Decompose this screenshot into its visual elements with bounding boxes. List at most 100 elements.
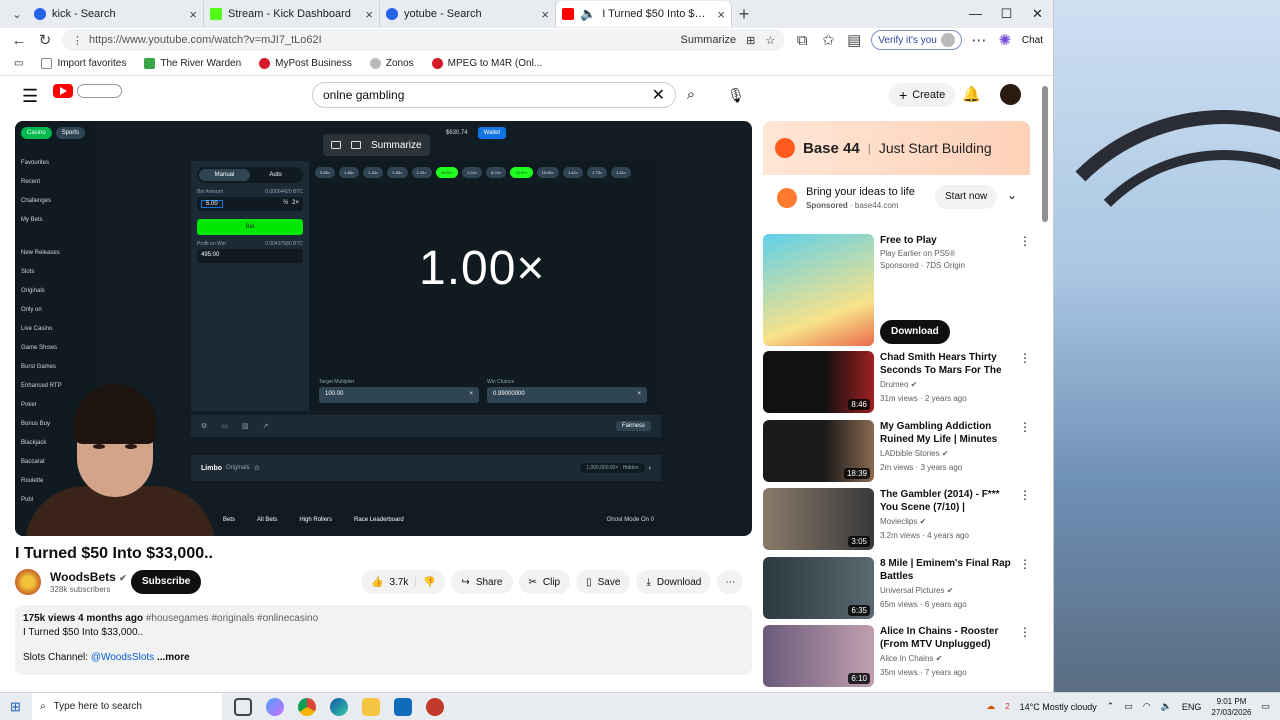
recommendation-title[interactable]: 8 Mile | Eminem's Final Rap Battles <box>880 557 1018 583</box>
search-icon[interactable]: ⌕ <box>678 82 704 108</box>
more-options-icon[interactable]: ⋮ <box>1019 488 1031 502</box>
create-button[interactable]: + Create <box>889 83 956 107</box>
close-tab-icon[interactable]: × <box>365 7 373 22</box>
video-thumbnail[interactable]: 18:39 <box>763 420 874 482</box>
video-thumbnail[interactable]: 6:10 <box>763 625 874 687</box>
notifications-icon[interactable]: ▭ <box>1261 701 1270 712</box>
recommendation-item[interactable]: 8:46 Chad Smith Hears Thirty Seconds To … <box>763 351 1038 415</box>
chevron-down-icon[interactable]: ⌄ <box>1007 188 1017 202</box>
more-menu-icon[interactable]: ⋯ <box>970 31 988 49</box>
start-now-button[interactable]: Start now <box>935 185 998 209</box>
account-avatar[interactable] <box>1000 84 1021 105</box>
clip-button[interactable]: ✂ Clip <box>518 570 571 594</box>
tab-kick-dashboard[interactable]: Stream - Kick Dashboard × <box>204 1 380 27</box>
more-options-icon[interactable]: ⋮ <box>1019 420 1031 434</box>
maximize-button[interactable]: ☐ <box>991 0 1022 28</box>
address-bar[interactable]: ⋮ https://www.youtube.com/watch?v=mJI7_t… <box>62 29 786 51</box>
menu-icon[interactable]: ☰ <box>22 86 38 107</box>
like-button[interactable]: 👍 3.7k | 👎 <box>361 570 446 594</box>
new-tab-button[interactable]: + <box>732 4 756 25</box>
refresh-button[interactable]: ↻ <box>36 31 54 49</box>
thumbs-down-icon[interactable]: 👎 <box>423 577 435 588</box>
red-app-icon[interactable] <box>426 697 444 716</box>
video-thumbnail[interactable] <box>763 234 874 346</box>
screenshot-icon[interactable] <box>331 141 341 149</box>
video-thumbnail[interactable]: 8:46 <box>763 351 874 413</box>
copilot-icon[interactable]: ✺ <box>996 31 1014 49</box>
close-window-button[interactable]: ✕ <box>1022 0 1053 28</box>
bookmark-river-warden[interactable]: The River Warden <box>144 58 241 69</box>
weather-icon[interactable]: ☁ <box>986 701 995 712</box>
network-icon[interactable]: ▭ <box>1124 701 1133 712</box>
video-thumbnail[interactable]: 6:35 <box>763 557 874 619</box>
recommendation-item[interactable]: 6:10 Alice In Chains - Rooster (From MTV… <box>763 625 1038 689</box>
more-options-icon[interactable]: ⋮ <box>1019 557 1031 571</box>
channel-avatar[interactable] <box>15 569 41 595</box>
minimize-button[interactable]: — <box>960 0 991 28</box>
clock[interactable]: 9:01 PM 27/03/2026 <box>1211 696 1251 718</box>
recommendation-item[interactable]: 3:05 The Gambler (2014) - F*** You Scene… <box>763 488 1038 552</box>
notifications-bell-icon[interactable]: 🔔 <box>962 85 981 103</box>
back-button[interactable]: ← <box>10 32 28 49</box>
download-button[interactable]: ⤓ Download <box>636 570 712 594</box>
collections-icon[interactable]: ▤ <box>845 31 863 49</box>
more-options-icon[interactable]: ⋮ <box>1019 234 1031 248</box>
close-tab-icon[interactable]: × <box>717 7 725 22</box>
speaker-icon[interactable]: 🔈 <box>580 6 596 22</box>
share-button[interactable]: ↪ Share <box>451 570 513 594</box>
bookmark-mpeg-to-m4r[interactable]: MPEG to M4R (Onl... <box>431 58 542 69</box>
scrollbar-thumb[interactable] <box>1042 86 1048 222</box>
recommendation-item[interactable]: 18:39 My Gambling Addiction Ruined My Li… <box>763 420 1038 484</box>
tab-youtube-search[interactable]: yotube - Search × <box>380 1 556 27</box>
ad-title[interactable]: Bring your ideas to life <box>806 186 915 198</box>
recommendation-title[interactable]: Chad Smith Hears Thirty Seconds To Mars … <box>880 351 1018 377</box>
tab-actions-menu[interactable]: ⌄ <box>6 8 28 21</box>
favorite-star-icon[interactable]: ☆ <box>765 34 775 47</box>
chrome-icon[interactable] <box>298 697 316 716</box>
subscribe-button[interactable]: Subscribe <box>131 570 202 594</box>
ad-banner[interactable]: Base 44 | Just Start Building <box>763 121 1030 175</box>
bookmark-import-favorites[interactable]: Import favorites <box>41 58 126 69</box>
site-info-icon[interactable]: ⋮ <box>72 34 83 47</box>
chat-label[interactable]: Chat <box>1022 35 1043 46</box>
recommendation-item[interactable]: 6:35 8 Mile | Eminem's Final Rap Battles… <box>763 557 1038 621</box>
summarize-overlay-button[interactable]: Summarize <box>371 140 422 151</box>
recommendation-title[interactable]: Alice In Chains - Rooster (From MTV Unpl… <box>880 625 1018 651</box>
recommendation-title[interactable]: My Gambling Addiction Ruined My Life | M… <box>880 420 1018 446</box>
language-indicator[interactable]: ENG <box>1182 702 1202 712</box>
tray-chevron-icon[interactable]: ⌃ <box>1107 701 1115 712</box>
wifi-icon[interactable]: ◠ <box>1143 701 1151 712</box>
visual-search-icon[interactable] <box>351 141 361 149</box>
youtube-logo[interactable] <box>53 84 122 98</box>
close-tab-icon[interactable]: × <box>541 7 549 22</box>
verify-button[interactable]: Verify it's you <box>871 30 962 50</box>
recommendation-title[interactable]: The Gambler (2014) - F*** You Scene (7/1… <box>880 488 1018 514</box>
more-options-icon[interactable]: ⋮ <box>1019 625 1031 639</box>
recommendation-title[interactable]: Free to Play <box>880 234 1018 247</box>
clear-search-icon[interactable]: ✕ <box>652 85 665 105</box>
download-game-button[interactable]: Download <box>880 320 950 344</box>
bookmark-zonos[interactable]: Zonos <box>369 58 414 69</box>
channel-name[interactable]: WoodsBets ✔ <box>50 570 127 584</box>
video-thumbnail[interactable]: 3:05 <box>763 488 874 550</box>
microphone-icon[interactable]: 🎙 <box>723 82 749 108</box>
copilot-icon[interactable] <box>266 697 284 716</box>
more-options-icon[interactable]: ⋮ <box>1019 351 1031 365</box>
weather-text[interactable]: 14°C Mostly cloudy <box>1020 702 1097 712</box>
task-view-icon[interactable] <box>234 697 252 716</box>
save-button[interactable]: ▯ Save <box>576 570 631 594</box>
file-explorer-icon[interactable] <box>362 697 380 716</box>
description-box[interactable]: 175k views 4 months ago #housegames #ori… <box>15 605 752 675</box>
edge-icon[interactable] <box>330 697 348 716</box>
apps-icon[interactable]: ⊞ <box>746 34 755 47</box>
video-player[interactable]: Casino Sports Favourites Recent Challeng… <box>15 121 752 536</box>
more-actions-button[interactable]: ⋯ <box>717 570 744 594</box>
tab-sidebar-icon[interactable]: ▭ <box>14 58 23 69</box>
recommendation-item[interactable]: Free to Play Play Earlier on PS5® Sponso… <box>763 234 1038 346</box>
slots-channel-link[interactable]: @WoodsSlots <box>91 652 154 663</box>
favorites-icon[interactable]: ✩ <box>819 31 837 49</box>
tab-youtube-video[interactable]: 🔈 I Turned $50 Into $33,000.. - Y × <box>556 1 732 27</box>
bookmark-mypost-business[interactable]: MyPost Business <box>259 58 352 69</box>
start-button[interactable]: ⊞ <box>10 699 21 715</box>
outlook-icon[interactable] <box>394 697 412 716</box>
